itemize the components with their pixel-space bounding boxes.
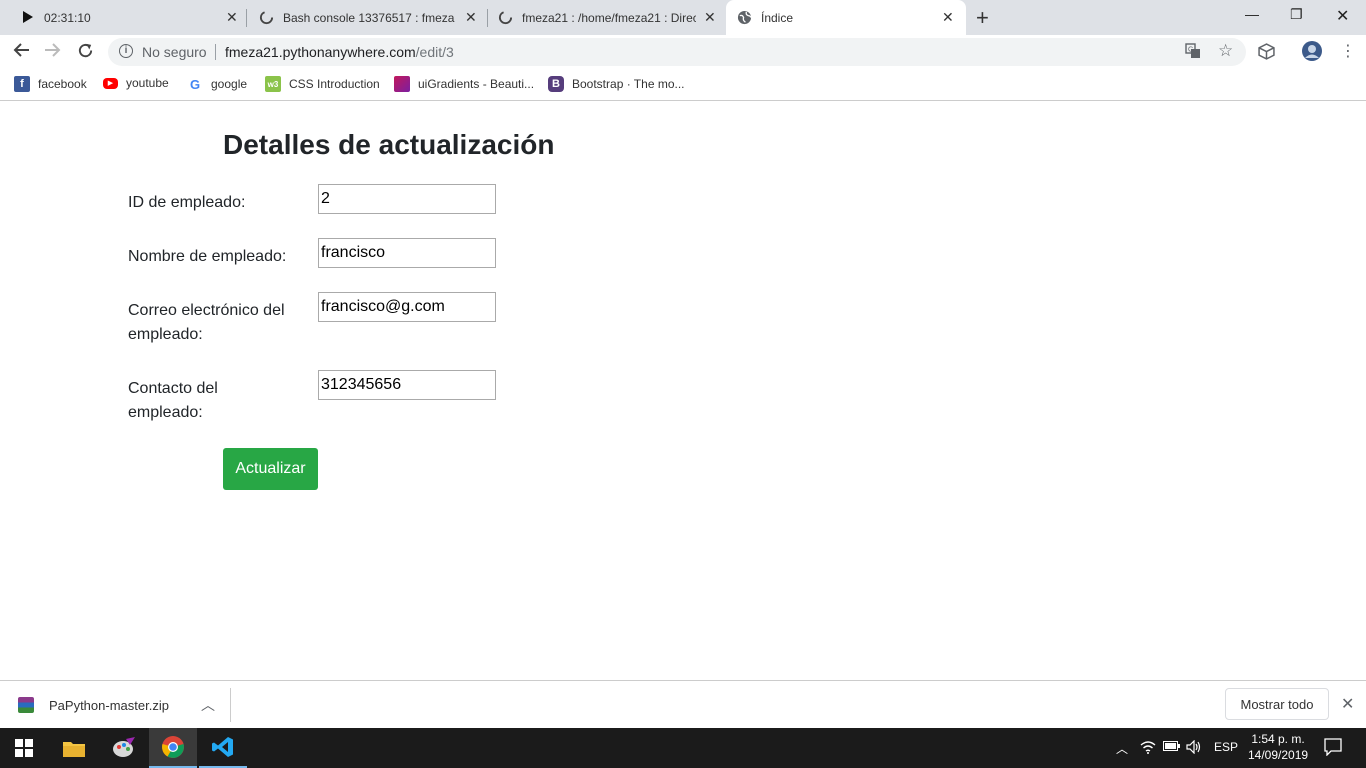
translate-icon[interactable]: G bbox=[1185, 43, 1201, 63]
close-tab-icon[interactable]: ✕ bbox=[226, 9, 238, 26]
bookmarks-bar: f facebook ▶ youtube G google w3 CSS Int… bbox=[0, 69, 1366, 101]
bootstrap-icon: B bbox=[548, 76, 564, 92]
clock-date: 14/09/2019 bbox=[1248, 748, 1309, 762]
page-content: Detalles de actualización ID de empleado… bbox=[0, 102, 1366, 680]
wifi-icon[interactable] bbox=[1140, 740, 1156, 757]
download-filename: PaPython-master.zip bbox=[49, 697, 169, 713]
bookmark-google[interactable]: G google bbox=[187, 76, 247, 92]
bookmark-uigradients[interactable]: uiGradients - Beauti... bbox=[394, 76, 534, 92]
bookmark-facebook[interactable]: f facebook bbox=[14, 76, 87, 92]
vscode-icon[interactable] bbox=[199, 728, 247, 768]
employee-id-label: ID de empleado: bbox=[128, 194, 246, 211]
download-divider bbox=[230, 688, 231, 722]
bookmark-label: youtube bbox=[126, 76, 169, 90]
file-explorer-icon[interactable] bbox=[50, 728, 98, 768]
chevron-up-icon[interactable]: ︿ bbox=[1116, 740, 1128, 757]
close-tab-icon[interactable]: ✕ bbox=[704, 9, 716, 26]
close-window-icon[interactable]: ✕ bbox=[1336, 6, 1349, 26]
employee-contact-input[interactable] bbox=[318, 370, 496, 400]
tab-title: fmeza21 : /home/fmeza21 : Direc bbox=[522, 10, 696, 25]
system-clock[interactable]: 1:54 p. m. 14/09/2019 bbox=[1248, 731, 1308, 763]
menu-icon[interactable]: ⋮ bbox=[1340, 41, 1356, 61]
uigradients-icon bbox=[394, 76, 410, 92]
battery-icon[interactable] bbox=[1163, 740, 1181, 755]
employee-contact-label: Contacto del empleado: bbox=[128, 380, 218, 421]
bookmark-label: google bbox=[211, 77, 248, 91]
tab-title: Índice bbox=[761, 10, 794, 25]
timer-icon bbox=[22, 10, 34, 27]
forward-arrow-icon[interactable] bbox=[44, 42, 62, 63]
bookmark-label: Bootstrap · The mo... bbox=[572, 77, 685, 91]
youtube-icon: ▶ bbox=[103, 77, 118, 89]
zip-file-icon bbox=[18, 697, 34, 713]
employee-email-label: Correo electrónico del empleado: bbox=[128, 302, 285, 343]
url-path: /edit/3 bbox=[415, 44, 454, 60]
chrome-icon[interactable] bbox=[149, 728, 197, 768]
url-host: fmeza21.pythonanywhere.com bbox=[225, 44, 416, 60]
bookmark-css-introduction[interactable]: w3 CSS Introduction bbox=[265, 76, 380, 92]
tab-timer[interactable]: 02:31:10 ✕ bbox=[0, 0, 246, 35]
facebook-icon: f bbox=[14, 76, 30, 92]
employee-email-input[interactable] bbox=[318, 292, 496, 322]
minimize-icon[interactable]: — bbox=[1245, 6, 1259, 22]
close-tab-icon[interactable]: ✕ bbox=[465, 9, 477, 26]
profile-avatar[interactable] bbox=[1302, 41, 1322, 66]
notifications-icon[interactable] bbox=[1324, 738, 1342, 759]
loading-icon bbox=[498, 10, 513, 28]
paint-app-icon[interactable] bbox=[100, 728, 148, 768]
windows-start-icon[interactable] bbox=[0, 728, 48, 768]
loading-icon bbox=[259, 10, 274, 28]
reload-icon[interactable] bbox=[77, 42, 94, 64]
url-text[interactable]: fmeza21.pythonanywhere.com/edit/3 bbox=[225, 44, 454, 60]
volume-icon[interactable] bbox=[1186, 739, 1202, 757]
google-icon: G bbox=[189, 76, 201, 92]
svg-text:G: G bbox=[1188, 47, 1193, 54]
tab-strip: 02:31:10 ✕ Bash console 13376517 : fmeza… bbox=[0, 0, 1366, 35]
bookmark-youtube[interactable]: ▶ youtube bbox=[103, 76, 169, 90]
update-button[interactable]: Actualizar bbox=[223, 448, 318, 490]
address-bar[interactable]: i No seguro fmeza21.pythonanywhere.com/e… bbox=[108, 38, 1246, 66]
tab-bash-console[interactable]: Bash console 13376517 : fmeza2 ✕ bbox=[247, 0, 487, 35]
employee-id-input[interactable] bbox=[318, 184, 496, 214]
close-shelf-icon[interactable]: ✕ bbox=[1341, 694, 1354, 714]
clock-time: 1:54 p. m. bbox=[1251, 732, 1305, 746]
show-all-button[interactable]: Mostrar todo bbox=[1225, 688, 1329, 720]
language-indicator[interactable]: ESP bbox=[1214, 740, 1238, 754]
star-icon[interactable]: ☆ bbox=[1218, 41, 1233, 61]
extension-icon[interactable] bbox=[1258, 43, 1275, 65]
employee-name-input[interactable] bbox=[318, 238, 496, 268]
info-icon[interactable]: i bbox=[119, 44, 133, 58]
address-divider bbox=[215, 44, 216, 60]
download-item[interactable]: PaPython-master.zip bbox=[18, 697, 169, 713]
page-title: Detalles de actualización bbox=[223, 129, 555, 160]
tab-title: Bash console 13376517 : fmeza2 bbox=[283, 10, 455, 25]
employee-name-label: Nombre de empleado: bbox=[128, 248, 287, 265]
chevron-up-icon[interactable]: ︿ bbox=[201, 695, 215, 715]
bookmark-label: CSS Introduction bbox=[289, 77, 380, 91]
restore-icon[interactable]: ❐ bbox=[1290, 6, 1303, 23]
back-arrow-icon[interactable] bbox=[12, 42, 30, 63]
taskbar: ︿ ESP 1:54 p. m. 14/09/2019 bbox=[0, 728, 1366, 768]
tab-directory[interactable]: fmeza21 : /home/fmeza21 : Direc ✕ bbox=[488, 0, 724, 35]
new-tab-icon[interactable]: + bbox=[976, 5, 989, 31]
bookmark-label: facebook bbox=[38, 77, 87, 91]
bookmark-bootstrap[interactable]: B Bootstrap · The mo... bbox=[548, 76, 685, 92]
bookmark-label: uiGradients - Beauti... bbox=[418, 77, 535, 91]
close-tab-icon[interactable]: ✕ bbox=[942, 9, 954, 26]
browser-toolbar: i No seguro fmeza21.pythonanywhere.com/e… bbox=[0, 35, 1366, 69]
globe-icon bbox=[737, 10, 752, 28]
tab-title: 02:31:10 bbox=[44, 10, 91, 25]
tab-indice[interactable]: Índice ✕ bbox=[726, 0, 966, 35]
download-shelf: PaPython-master.zip ︿ Mostrar todo ✕ bbox=[0, 680, 1366, 728]
w3schools-icon: w3 bbox=[265, 76, 281, 92]
security-status[interactable]: No seguro bbox=[142, 44, 207, 60]
